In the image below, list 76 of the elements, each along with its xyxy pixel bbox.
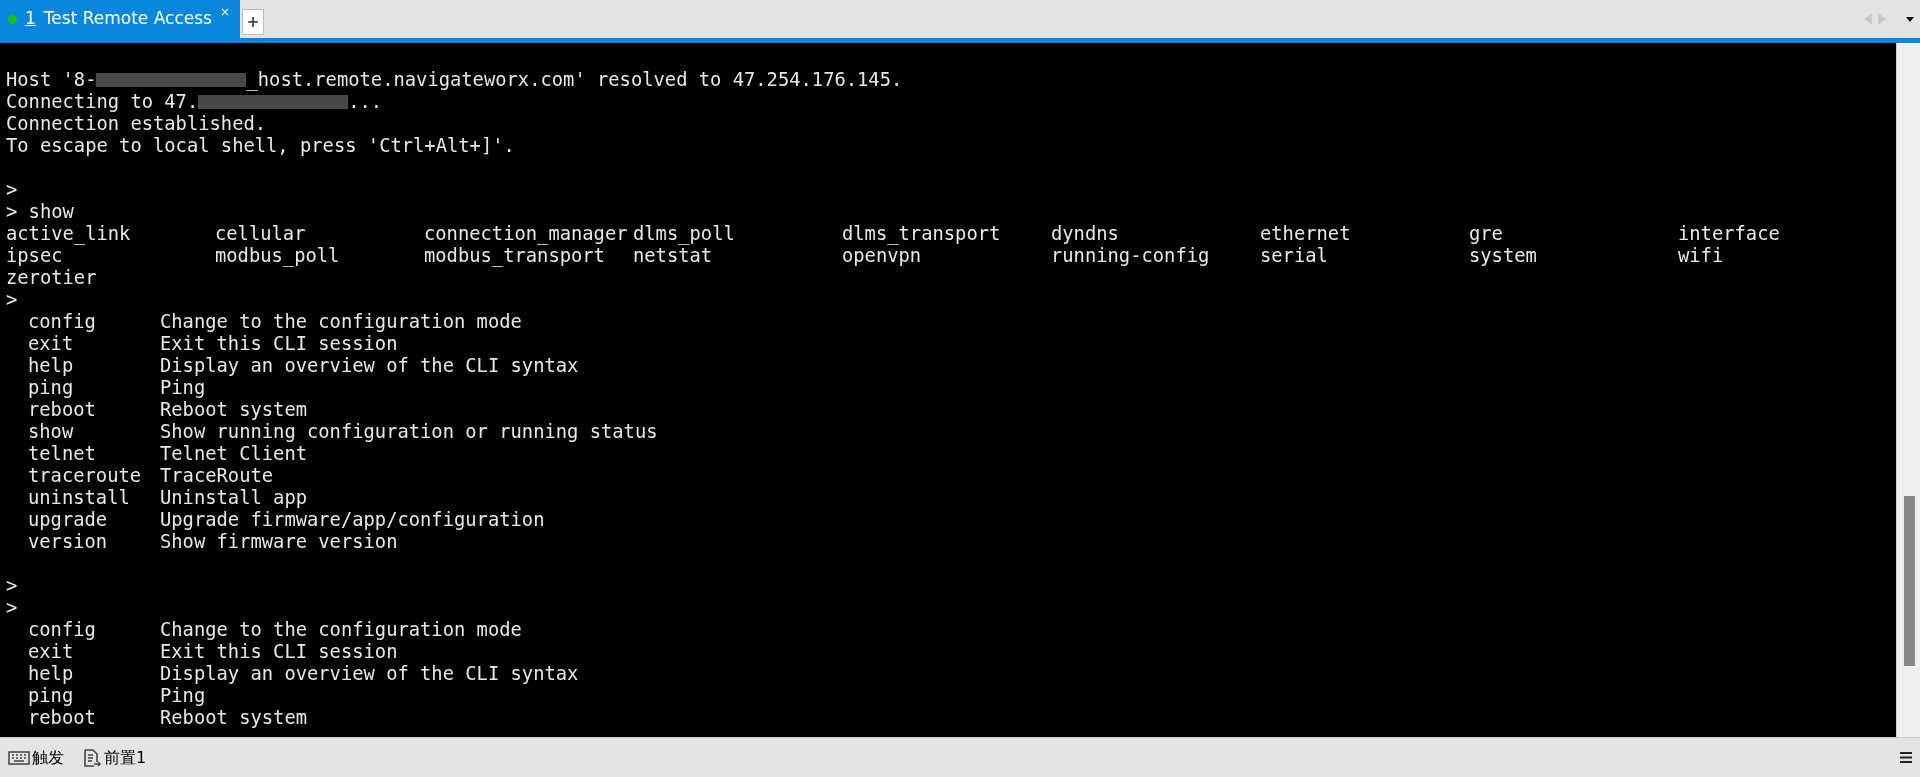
close-tab-button[interactable]: × [219,6,230,18]
scroll-right-icon[interactable] [1878,13,1886,25]
command-name: cellular [215,223,307,245]
keyboard-icon [8,750,30,765]
command-description: Ping [160,377,206,399]
command-name: uninstall [28,487,131,509]
command-name: dlms_poll [633,223,736,245]
command-name: system [1469,245,1538,267]
status-label[interactable]: 触发 [32,745,64,770]
command-name: ipsec [6,245,64,267]
terminal-line: > show [6,201,74,223]
command-name: dyndns [1051,223,1120,245]
command-description: Show running configuration or running status [160,421,658,443]
command-name: config [28,311,97,333]
terminal-line: ... [348,91,383,113]
command-name: modbus_transport [424,245,606,267]
command-description: Change to the configuration mode [160,619,522,641]
terminal-line: > [6,575,18,597]
command-name: serial [1260,245,1329,267]
command-name: config [28,619,97,641]
command-name: ping [28,685,75,707]
command-name: reboot [28,399,97,421]
command-name: active_link [6,223,132,245]
terminal-line: > [6,597,18,619]
terminal-line: _host.remote.navigateworx.com' resolved to 47.254.176.145. [246,69,903,91]
command-description: Telnet Client [160,443,307,465]
status-label[interactable]: 前置1 [104,745,147,770]
command-description: Show firmware version [160,531,398,553]
command-name: netstat [633,245,714,267]
tab-number: 1 [25,7,36,31]
command-description: Reboot system [160,707,307,729]
scrollbar-thumb[interactable] [1904,496,1915,666]
command-name: exit [28,333,75,355]
command-name: interface [1678,223,1781,245]
command-name: zerotier [6,267,98,289]
command-name: wifi [1678,245,1725,267]
command-description: TraceRoute [160,465,274,487]
tab-title: Test Remote Access [43,7,212,31]
menu-icon[interactable] [1900,752,1912,763]
command-name: openvpn [842,245,923,267]
command-name: reboot [28,707,97,729]
command-description: Uninstall app [160,487,307,509]
session-tab[interactable]: 1 Test Remote Access × [0,0,240,38]
document-arrow-icon [82,747,102,768]
terminal-line: Host '8- [6,69,97,91]
command-name: version [28,531,109,553]
command-description: Ping [160,685,206,707]
command-name: exit [28,641,75,663]
command-description: Exit this CLI session [160,641,398,663]
command-name: modbus_poll [215,245,341,267]
command-name: dlms_transport [842,223,1002,245]
command-description: Reboot system [160,399,307,421]
terminal-line: > [6,289,18,311]
terminal-line: To escape to local shell, press 'Ctrl+Alt+]'. [6,135,515,157]
command-name: running-config [1051,245,1211,267]
dropdown-icon[interactable] [1906,17,1914,22]
command-name: upgrade [28,509,109,531]
terminal-line: > [6,179,18,201]
command-name: traceroute [28,465,143,487]
command-name: connection_manager [424,223,629,245]
new-tab-button[interactable]: + [241,9,264,35]
command-description: Exit this CLI session [160,333,398,355]
command-name: show [28,421,75,443]
command-description: Change to the configuration mode [160,311,522,333]
command-description: Display an overview of the CLI syntax [160,355,579,377]
scroll-left-icon[interactable] [1864,13,1872,25]
terminal-line: Connecting to 47. [6,91,199,113]
command-name: help [28,355,75,377]
terminal-line: Connection established. [6,113,267,135]
command-name: telnet [28,443,97,465]
command-name: ethernet [1260,223,1352,245]
command-name: gre [1469,223,1504,245]
command-name: ping [28,377,75,399]
command-description: Display an overview of the CLI syntax [160,663,579,685]
command-name: help [28,663,75,685]
command-description: Upgrade firmware/app/configuration [160,509,545,531]
